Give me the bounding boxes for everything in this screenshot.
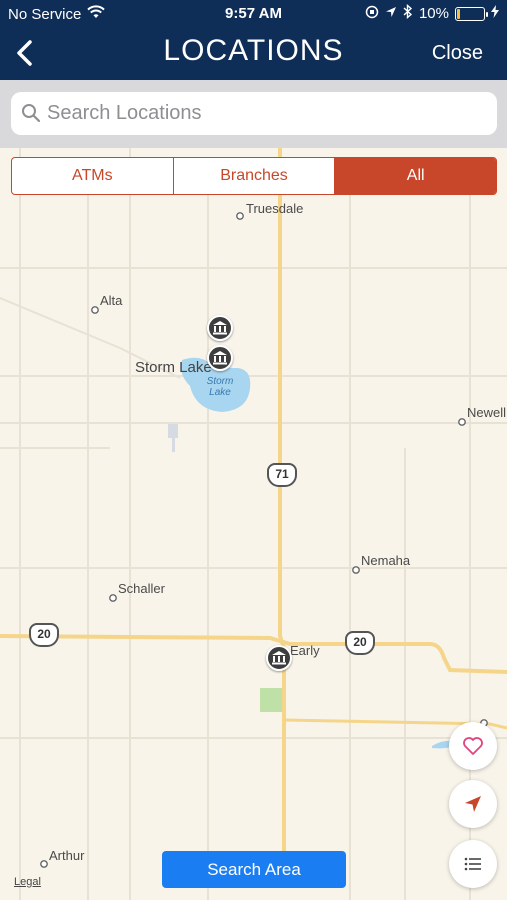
search-box[interactable] [11,92,497,135]
bank-location-pin[interactable] [207,315,233,341]
bluetooth-icon [403,3,413,23]
filter-all[interactable]: All [335,158,496,194]
legal-link[interactable]: Legal [14,876,41,888]
place-label: Nemaha [361,553,411,568]
map-view[interactable]: Truesdale Alta Storm Lake Newell Nemaha … [0,148,507,900]
place-label: Storm Lake [135,359,212,376]
top-bar: No Service 9:57 AM 10% LOCATIONS Close [0,0,507,80]
bank-location-pin[interactable] [207,345,233,371]
place-label: Newell [467,405,507,420]
route-20-shield: 20 [29,623,59,647]
lake-label-line: Storm [206,376,234,387]
lake-label-line: Lake [209,387,231,398]
battery-percent: 10% [418,5,449,22]
route-20-shield: 20 [345,631,375,655]
nav-bar: LOCATIONS Close [0,28,507,80]
bank-location-pin[interactable] [266,645,292,671]
search-area-button[interactable]: Search Area [162,851,346,888]
battery-icon [455,6,488,21]
orientation-lock-icon [365,5,379,23]
list-icon [464,857,481,871]
search-icon [21,103,41,128]
search-bar [0,80,507,148]
location-services-icon [385,5,397,22]
place-label: Early [290,643,320,658]
battery-level-fill [457,8,460,19]
favorites-button[interactable] [449,722,497,770]
close-button[interactable]: Close [432,42,483,65]
bank-icon [213,351,227,365]
place-label: Arthur [49,848,85,863]
search-input[interactable] [47,98,487,128]
place-label: Schaller [118,581,165,596]
place-label: Alta [100,293,123,308]
bank-icon [213,321,227,335]
location-arrow-icon [465,796,481,812]
place-label: Truesdale [246,201,304,216]
location-type-filter: ATMs Branches All [11,157,497,195]
lake-label: Storm Lake [198,376,242,398]
charging-icon [491,5,499,22]
bank-icon [272,651,286,665]
filter-branches[interactable]: Branches [174,158,336,194]
route-71-shield: 71 [267,463,297,487]
filter-atms[interactable]: ATMs [12,158,174,194]
current-location-button[interactable] [449,780,497,828]
list-view-button[interactable] [449,840,497,888]
heart-icon [463,737,483,755]
status-bar: No Service 9:57 AM 10% [0,0,507,28]
map-canvas [0,148,507,900]
